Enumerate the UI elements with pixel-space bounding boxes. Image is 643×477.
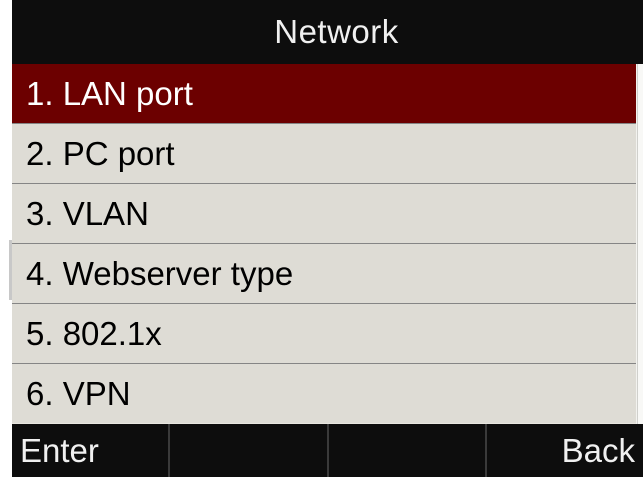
softkey-2-button[interactable] [170,424,329,477]
menu-item-vpn[interactable]: 6. VPN [12,364,636,423]
phone-screen: Network 1. LAN port 2. PC port 3. VLAN 4… [12,0,643,477]
menu-item-label: 1. LAN port [26,75,193,112]
softkey-back-button[interactable]: Back [487,424,643,477]
screen-left-bezel [0,0,12,477]
softkey-bar: Enter Back [12,424,643,477]
title-bar: Network [12,0,643,64]
menu-item-label: 3. VLAN [26,195,149,232]
scrollbar-thumb[interactable] [637,64,643,424]
menu-item-label: 5. 802.1x [26,315,162,352]
page-title: Network [274,13,399,50]
menu-item-vlan[interactable]: 3. VLAN [12,184,636,244]
menu-item-label: 2. PC port [26,135,175,172]
menu-scrollbar[interactable] [636,64,643,424]
menu-item-label: 4. Webserver type [26,255,294,292]
menu-item-label: 6. VPN [26,375,131,412]
menu-item-pc-port[interactable]: 2. PC port [12,124,636,184]
menu-item-lan-port[interactable]: 1. LAN port [12,64,636,124]
softkey-3-button[interactable] [329,424,487,477]
network-menu-list: 1. LAN port 2. PC port 3. VLAN 4. Webser… [12,64,636,424]
menu-item-8021x[interactable]: 5. 802.1x [12,304,636,364]
menu-item-webserver-type[interactable]: 4. Webserver type [12,244,636,304]
softkey-enter-button[interactable]: Enter [12,424,171,477]
